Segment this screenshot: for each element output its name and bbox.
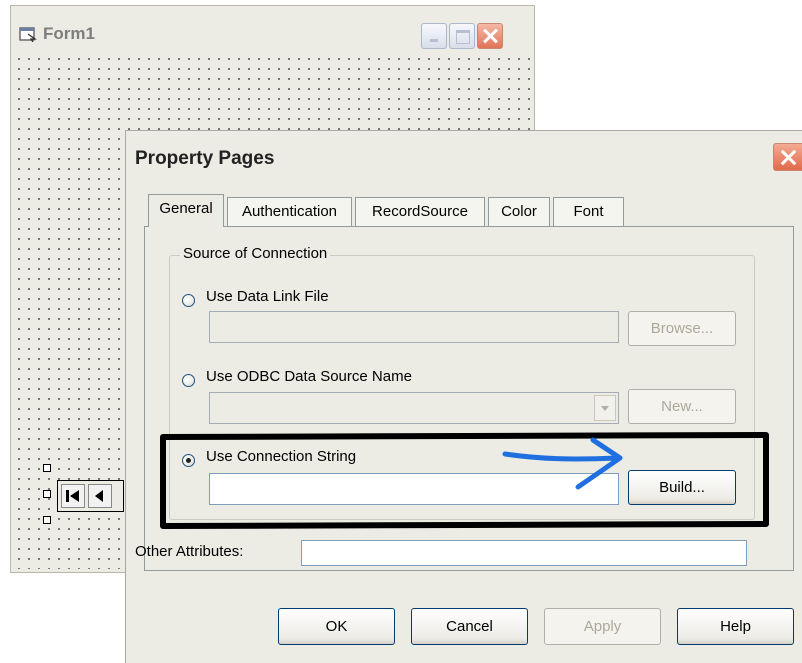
chevron-down-icon[interactable]: [594, 395, 616, 421]
connection-string-label[interactable]: Use Connection String: [206, 448, 356, 465]
tab-recordsource[interactable]: RecordSource: [355, 197, 485, 226]
form-icon: [19, 27, 37, 42]
data-link-file-input[interactable]: [209, 311, 619, 343]
build-button[interactable]: Build...: [628, 470, 736, 505]
form1-title: Form1: [43, 24, 95, 43]
help-button[interactable]: Help: [677, 608, 794, 645]
apply-button[interactable]: Apply: [544, 608, 661, 645]
ok-button[interactable]: OK: [278, 608, 395, 645]
group-label: Source of Connection: [180, 245, 331, 262]
other-attributes-input[interactable]: [301, 540, 747, 566]
dialog-title: Property Pages: [135, 148, 275, 169]
selection-handle[interactable]: [43, 490, 51, 498]
tab-authentication[interactable]: Authentication: [227, 197, 352, 226]
tab-font[interactable]: Font: [553, 197, 624, 226]
odbc-dsn-combobox[interactable]: [209, 392, 619, 424]
connection-string-input[interactable]: [209, 473, 619, 505]
new-button[interactable]: New...: [628, 389, 736, 424]
property-pages-dialog: Property Pages General Authentication Re…: [125, 130, 802, 663]
form1-title-bar: Form1: [11, 6, 534, 58]
close-icon[interactable]: [477, 23, 503, 49]
data-link-file-radio[interactable]: [182, 294, 195, 307]
odbc-dsn-radio[interactable]: [182, 374, 195, 387]
close-icon[interactable]: [773, 143, 802, 171]
other-attributes-label: Other Attributes:: [135, 543, 244, 560]
minimize-icon[interactable]: [421, 23, 447, 49]
maximize-icon[interactable]: [449, 23, 475, 49]
browse-button[interactable]: Browse...: [628, 311, 736, 346]
tab-color[interactable]: Color: [488, 197, 550, 226]
previous-record-icon: [95, 490, 103, 502]
cancel-button[interactable]: Cancel: [411, 608, 528, 645]
selection-handle[interactable]: [43, 516, 51, 524]
odbc-dsn-label[interactable]: Use ODBC Data Source Name: [206, 368, 412, 385]
previous-record-button[interactable]: [88, 484, 112, 508]
first-record-button[interactable]: [61, 484, 85, 508]
first-record-icon: [66, 490, 79, 502]
selection-handle[interactable]: [43, 464, 51, 472]
data-navigator-control[interactable]: [57, 480, 124, 512]
connection-string-radio[interactable]: [182, 454, 195, 467]
tab-general[interactable]: General: [148, 194, 224, 227]
data-link-file-label[interactable]: Use Data Link File: [206, 288, 329, 305]
general-tab-panel: Source of Connection Use Data Link File …: [135, 226, 794, 571]
